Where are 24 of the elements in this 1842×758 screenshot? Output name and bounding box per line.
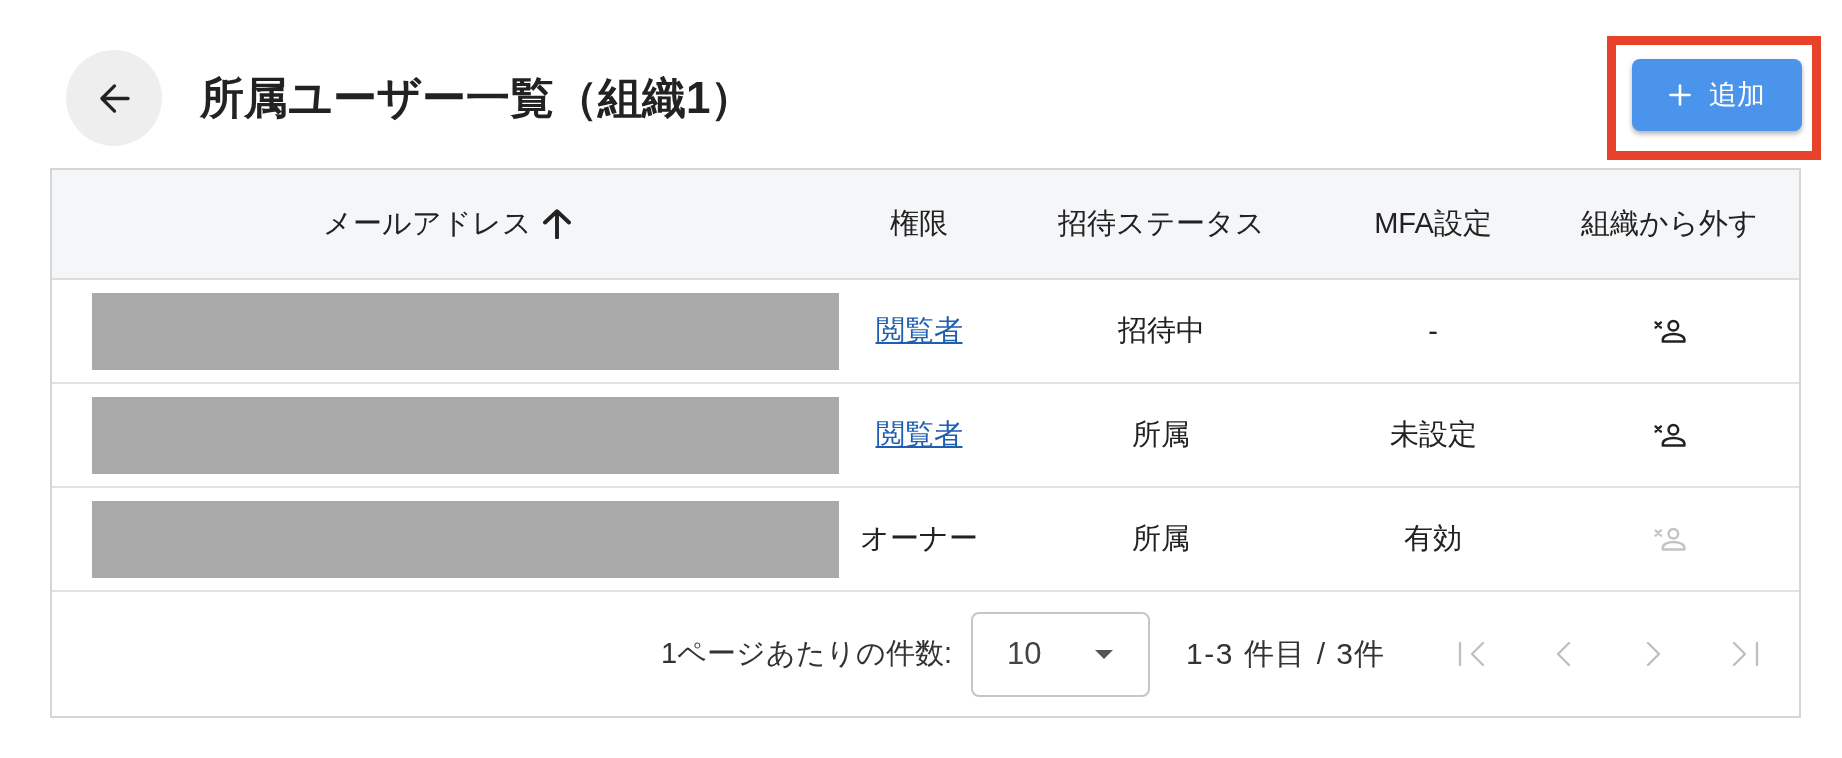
person-remove-icon[interactable] xyxy=(1653,319,1686,343)
page-title: 所属ユーザー一覧（組織1） xyxy=(200,71,755,124)
column-header: メールアドレス xyxy=(322,206,532,241)
table-cell-text: 所属 xyxy=(1132,521,1190,556)
plus-icon xyxy=(1669,84,1691,106)
sort-arrow-up-icon[interactable] xyxy=(541,209,572,239)
column-header: 招待ステータス xyxy=(1057,206,1265,241)
caret-down-icon xyxy=(1095,649,1114,659)
column-header: 権限 xyxy=(890,206,948,241)
page-range-text: 1-3 件目 / 3件 xyxy=(1186,635,1386,672)
table-cell: - xyxy=(1428,314,1438,348)
table-cell-text: 招待中 xyxy=(1117,313,1205,348)
role-link[interactable]: 閲覧者 xyxy=(875,415,963,455)
role-link[interactable]: 閲覧者 xyxy=(875,311,963,351)
column-header: 組織から外す xyxy=(1581,206,1758,241)
role-text: オーナー xyxy=(860,521,978,556)
column-header: MFA設定 xyxy=(1374,206,1492,241)
table-cell-text: 有効 xyxy=(1404,521,1462,556)
rows-per-page-select[interactable]: 10 xyxy=(971,611,1151,697)
rows-per-page-label: 1ページあたりの件数: xyxy=(660,636,953,671)
table-cell-text: 未設定 xyxy=(1389,417,1477,452)
person-remove-icon[interactable] xyxy=(1653,423,1686,447)
back-arrow-icon xyxy=(98,82,130,114)
table-cell-text: 所属 xyxy=(1132,417,1190,452)
